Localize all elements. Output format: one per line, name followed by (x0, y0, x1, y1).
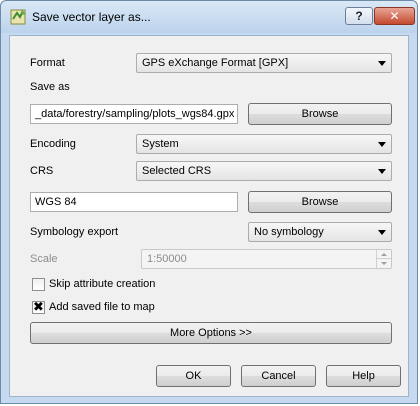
spin-down-icon (376, 259, 391, 268)
cancel-button[interactable]: Cancel (241, 365, 316, 387)
chevron-down-icon (378, 61, 386, 66)
window-title: Save vector layer as... (32, 10, 151, 24)
add-to-map-checkbox[interactable]: ✖ (32, 299, 45, 314)
scale-spinbox: 1:50000 (141, 249, 392, 269)
symbology-dropdown[interactable]: No symbology (248, 222, 392, 242)
scale-value: 1:50000 (147, 253, 187, 265)
symbology-label: Symbology export (30, 226, 119, 238)
save-as-browse-button[interactable]: Browse (248, 103, 392, 125)
qgis-app-icon (10, 9, 26, 25)
crs-name-input[interactable]: WGS 84 (30, 192, 238, 212)
titlebar-help-button[interactable]: ? (345, 7, 373, 25)
title-bar[interactable]: Save vector layer as... ? ✕ (1, 1, 417, 33)
save-as-path-input[interactable]: _data/forestry/sampling/plots_wgs84.gpx (30, 104, 238, 124)
save-as-label: Save as (30, 81, 70, 93)
more-options-button[interactable]: More Options >> (30, 322, 392, 344)
dialog-body: Format GPS eXchange Format [GPX] Save as… (9, 35, 409, 397)
crs-browse-button[interactable]: Browse (248, 191, 392, 213)
format-value: GPS eXchange Format [GPX] (142, 57, 289, 69)
crs-label: CRS (30, 165, 54, 177)
chevron-down-icon (378, 142, 386, 147)
skip-attribute-label: Skip attribute creation (49, 278, 156, 290)
encoding-value: System (142, 138, 179, 150)
help-button[interactable]: Help (326, 365, 401, 387)
format-label: Format (30, 57, 65, 69)
checkmark-icon: ✖ (33, 299, 44, 314)
chevron-down-icon (378, 169, 386, 174)
skip-attribute-checkbox[interactable] (32, 278, 45, 291)
encoding-label: Encoding (30, 138, 76, 150)
chevron-down-icon (378, 230, 386, 235)
crs-dropdown[interactable]: Selected CRS (136, 161, 392, 181)
add-to-map-label: Add saved file to map (49, 301, 155, 313)
format-dropdown[interactable]: GPS eXchange Format [GPX] (136, 53, 392, 73)
encoding-dropdown[interactable]: System (136, 134, 392, 154)
symbology-value: No symbology (254, 226, 324, 238)
save-vector-dialog: Save vector layer as... ? ✕ Format GPS e… (0, 0, 418, 404)
scale-label: Scale (30, 253, 58, 265)
titlebar-close-button[interactable]: ✕ (374, 7, 415, 25)
crs-value: Selected CRS (142, 165, 212, 177)
ok-button[interactable]: OK (156, 365, 231, 387)
spin-up-icon (376, 250, 391, 259)
